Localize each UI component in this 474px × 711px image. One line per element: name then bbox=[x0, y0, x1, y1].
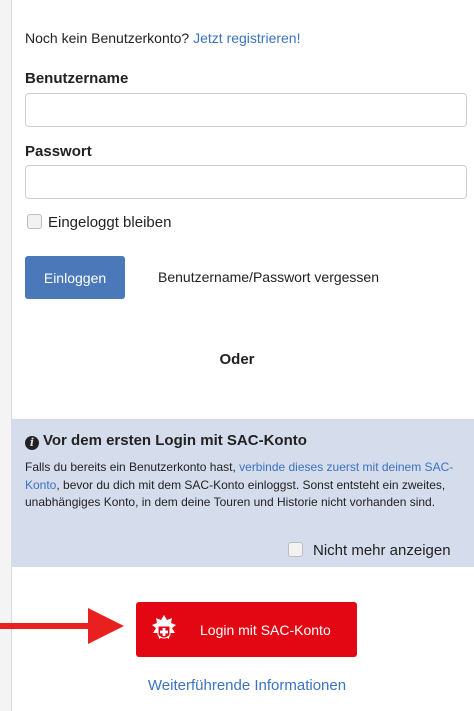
info-text-before: Falls du bereits ein Benutzerkonto hast, bbox=[25, 460, 236, 474]
more-info-link[interactable]: Weiterführende Informationen bbox=[0, 677, 474, 694]
info-title-text: Vor dem ersten Login mit SAC-Konto bbox=[43, 432, 307, 449]
username-input[interactable] bbox=[25, 93, 467, 127]
dont-show-again-label: Nicht mehr anzeigen bbox=[313, 542, 451, 559]
username-label: Benutzername bbox=[25, 70, 129, 87]
login-button[interactable]: Einloggen bbox=[25, 256, 125, 299]
sac-emblem-icon bbox=[152, 615, 176, 639]
info-text-after: , bevor du dich mit dem SAC-Konto einlog… bbox=[25, 477, 446, 510]
password-label: Passwort bbox=[25, 143, 92, 160]
info-circle-icon: i bbox=[25, 436, 39, 450]
dont-show-again-checkbox[interactable] bbox=[288, 542, 303, 557]
sac-info-box: i Vor dem ersten Login mit SAC-Konto Fall… bbox=[11, 419, 474, 567]
info-title: i Vor dem ersten Login mit SAC-Konto bbox=[25, 432, 307, 450]
register-prompt: Noch kein Benutzerkonto? bbox=[25, 30, 190, 46]
register-line: Noch kein Benutzerkonto? Jetzt registrie… bbox=[25, 30, 300, 46]
sac-login-label: Login mit SAC-Konto bbox=[200, 622, 331, 638]
sac-login-button[interactable]: Login mit SAC-Konto bbox=[136, 602, 357, 657]
info-text: Falls du bereits ein Benutzerkonto hast,… bbox=[25, 459, 465, 512]
register-link[interactable]: Jetzt registrieren! bbox=[193, 30, 300, 46]
remember-me-checkbox[interactable] bbox=[27, 214, 42, 229]
or-separator: Oder bbox=[219, 351, 255, 368]
password-input[interactable] bbox=[25, 165, 467, 199]
red-arrow-icon bbox=[0, 608, 124, 644]
forgot-password-link[interactable]: Benutzername/Passwort vergessen bbox=[158, 269, 379, 285]
remember-me-label: Eingeloggt bleiben bbox=[48, 214, 172, 231]
